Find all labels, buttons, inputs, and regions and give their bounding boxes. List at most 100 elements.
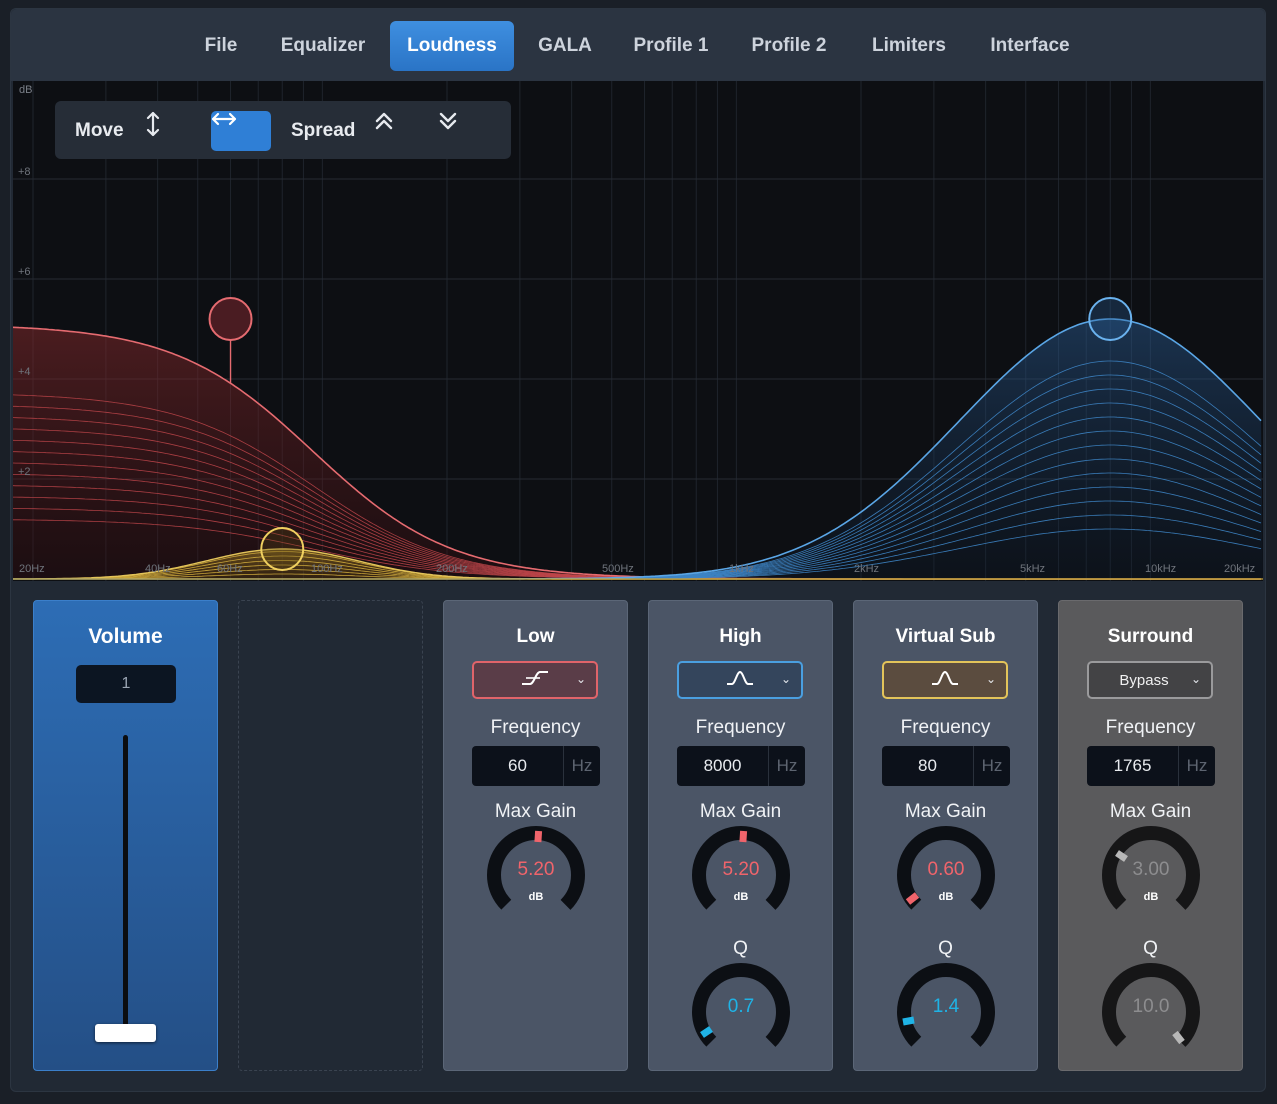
hz-unit: Hz (768, 746, 805, 786)
db-unit: dB (1143, 891, 1159, 903)
low-frequency-value: 60 (508, 756, 527, 775)
low-frequency-label: Frequency (490, 717, 581, 738)
x-label: 10kHz (1145, 563, 1177, 575)
vsub-filter-type-select[interactable]: ⌄ (882, 661, 1008, 699)
high-max-gain-label: Max Gain (699, 801, 782, 822)
surround-frequency-input[interactable]: 1765 Hz (1087, 746, 1215, 786)
x-label: 500Hz (602, 563, 634, 575)
high-handle (1088, 297, 1133, 341)
low-band-panel: Low ⌄ Frequency 60 Hz Max Gain 5.20 dB (443, 600, 628, 1071)
high-band-panel: High ⌄ Frequency 8000 Hz Max Gain 5.20 d… (648, 600, 833, 1071)
peak-filter-icon (725, 669, 755, 692)
volume-panel: Volume 1 (33, 600, 218, 1071)
db-unit: dB (528, 891, 544, 903)
move-horizontal-button[interactable] (211, 111, 271, 151)
high-frequency-value: 8000 (703, 756, 742, 775)
tab-limiters[interactable]: Limiters (863, 21, 955, 71)
tab-equalizer[interactable]: Equalizer (271, 21, 375, 71)
vsub-max-gain-label: Max Gain (904, 801, 987, 822)
x-label: 200Hz (436, 563, 468, 575)
frequency-response-graph[interactable]: dB +8 +6 +4 +2 20Hz 40Hz 60Hz 100Hz 200H… (13, 81, 1263, 581)
vsub-title: Virtual Sub (895, 626, 996, 647)
high-q-knob[interactable]: 0.7 (691, 962, 791, 1062)
low-title: Low (516, 626, 555, 647)
tab-file[interactable]: File (196, 21, 246, 71)
surround-max-gain-label: Max Gain (1109, 801, 1192, 822)
surround-q-label: Q (1143, 938, 1158, 959)
y-label: +6 (18, 266, 31, 278)
surround-frequency-value: 1765 (1113, 756, 1152, 775)
high-max-gain-knob[interactable]: 5.20 dB (691, 825, 791, 925)
high-filter-type-select[interactable]: ⌄ (677, 661, 803, 699)
spread-label: Spread (291, 120, 356, 141)
low-handle (208, 297, 253, 341)
volume-slider-thumb[interactable] (95, 1024, 156, 1042)
chevron-down-icon: ⌄ (780, 672, 791, 686)
vsub-frequency-label: Frequency (900, 717, 991, 738)
vsub-max-gain-value: 0.60 (927, 859, 965, 880)
high-q-value: 0.7 (727, 996, 755, 1017)
surround-max-gain-knob[interactable]: 3.00 dB (1101, 825, 1201, 925)
high-title: High (719, 626, 762, 647)
surround-mode-select[interactable]: Bypass ⌄ (1087, 661, 1213, 699)
vsub-frequency-input[interactable]: 80 Hz (882, 746, 1010, 786)
empty-slot (238, 600, 423, 1071)
vsub-q-label: Q (938, 938, 953, 959)
db-unit: dB (938, 891, 954, 903)
tab-interface[interactable]: Interface (979, 21, 1081, 71)
tab-loudness[interactable]: Loudness (390, 21, 514, 71)
x-label: 20kHz (1224, 563, 1256, 575)
graph-toolbar: Move Spread (55, 101, 511, 159)
volume-input[interactable]: 1 (76, 665, 176, 703)
x-label: 1kHz (729, 563, 755, 575)
surround-q-value: 10.0 (1132, 996, 1170, 1017)
x-label: 60Hz (217, 563, 243, 575)
vsub-q-value: 1.4 (932, 996, 960, 1017)
low-shelf-icon (520, 669, 550, 692)
hz-unit: Hz (563, 746, 600, 786)
move-label: Move (75, 120, 124, 141)
x-label: 2kHz (854, 563, 880, 575)
volume-slider-track[interactable] (123, 735, 128, 1035)
surround-panel: Surround Bypass ⌄ Frequency 1765 Hz Max … (1058, 600, 1243, 1071)
x-label: 5kHz (1020, 563, 1046, 575)
vsub-frequency-value: 80 (918, 756, 937, 775)
tab-gala[interactable]: GALA (530, 21, 600, 71)
low-max-gain-knob[interactable]: 5.20 dB (486, 825, 586, 925)
chevron-down-icon: ⌄ (1190, 672, 1201, 686)
high-frequency-label: Frequency (695, 717, 786, 738)
vsub-q-knob[interactable]: 1.4 (896, 962, 996, 1062)
db-unit-label: dB (19, 84, 33, 96)
vsub-max-gain-knob[interactable]: 0.60 dB (896, 825, 996, 925)
tab-bar: File Equalizer Loudness GALA Profile 1 P… (11, 9, 1265, 81)
y-label: +8 (18, 166, 31, 178)
tab-profile-1[interactable]: Profile 1 (625, 21, 717, 71)
surround-frequency-label: Frequency (1105, 717, 1196, 738)
vsub-handle (260, 527, 305, 571)
app-window: File Equalizer Loudness GALA Profile 1 P… (10, 8, 1266, 1092)
x-label: 20Hz (19, 563, 45, 575)
volume-title: Volume (88, 625, 163, 648)
move-vertical-button[interactable] (145, 111, 205, 151)
surround-max-gain-value: 3.00 (1132, 859, 1170, 880)
low-frequency-input[interactable]: 60 Hz (472, 746, 600, 786)
low-max-gain-label: Max Gain (494, 801, 577, 822)
peak-filter-icon (930, 669, 960, 692)
chevron-down-icon: ⌄ (575, 672, 586, 686)
hz-unit: Hz (973, 746, 1010, 786)
low-filter-type-select[interactable]: ⌄ (472, 661, 598, 699)
db-unit: dB (733, 891, 749, 903)
spread-down-button[interactable] (439, 111, 499, 151)
chevron-down-icon: ⌄ (985, 672, 996, 686)
surround-mode-value: Bypass (1119, 671, 1169, 689)
x-label: 100Hz (311, 563, 343, 575)
surround-q-knob[interactable]: 10.0 (1101, 962, 1201, 1062)
high-q-label: Q (733, 938, 748, 959)
low-max-gain-value: 5.20 (517, 859, 555, 880)
surround-title: Surround (1107, 626, 1194, 647)
high-frequency-input[interactable]: 8000 Hz (677, 746, 805, 786)
virtual-sub-panel: Virtual Sub ⌄ Frequency 80 Hz Max Gain 0… (853, 600, 1038, 1071)
tab-profile-2[interactable]: Profile 2 (743, 21, 835, 71)
spread-up-button[interactable] (375, 111, 435, 151)
y-label: +4 (18, 366, 31, 378)
